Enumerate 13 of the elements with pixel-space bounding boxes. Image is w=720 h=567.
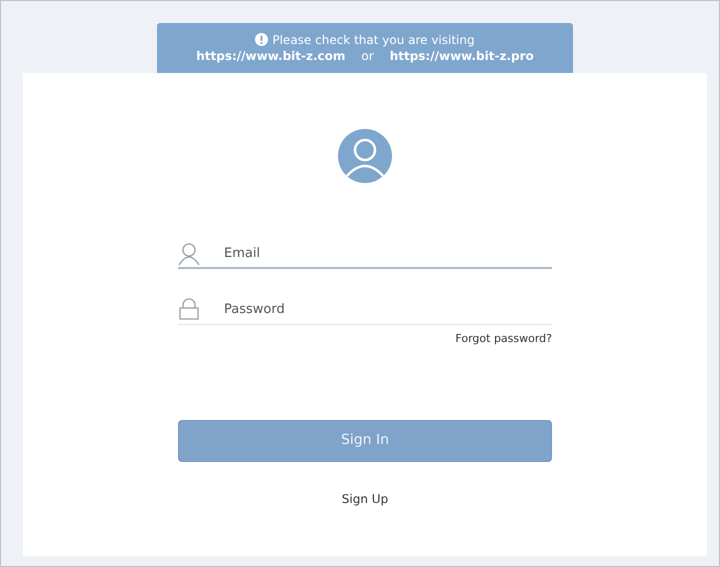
user-icon — [178, 242, 200, 266]
site-link[interactable]: https://www.bit-z.pro — [390, 48, 534, 64]
forgot-password-link[interactable]: Forgot password? — [455, 331, 552, 348]
separator-text: or — [361, 48, 374, 64]
email-field[interactable]: Email — [178, 239, 552, 269]
sign-up-link[interactable]: Sign Up — [342, 490, 388, 508]
lock-icon — [178, 298, 200, 320]
notice-text: Please check that you are visiting — [272, 32, 475, 48]
password-field[interactable]: Password — [178, 295, 552, 325]
sign-in-button[interactable]: Sign In — [178, 420, 552, 462]
site-link[interactable]: https://www.bit-z.com — [196, 48, 346, 64]
warning-icon — [255, 33, 268, 46]
avatar-icon — [338, 129, 392, 183]
